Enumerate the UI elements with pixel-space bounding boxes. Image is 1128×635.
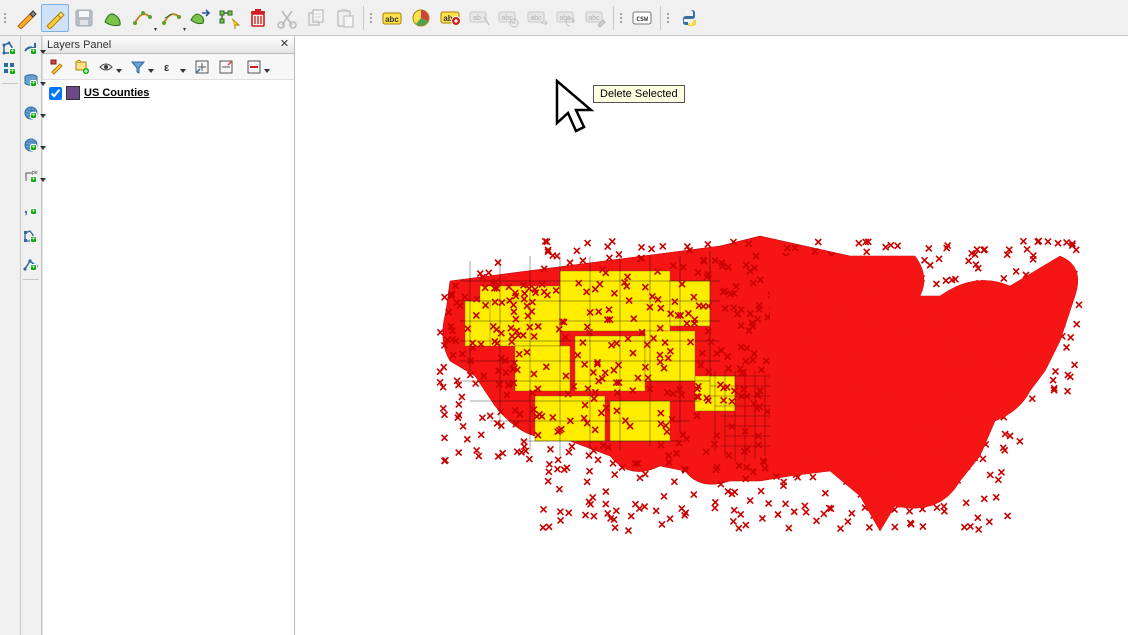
layers-tree[interactable]: US Counties <box>43 80 294 635</box>
toolbar-grip[interactable] <box>620 6 625 30</box>
current-edits-button[interactable] <box>12 4 40 32</box>
svg-text:abc: abc <box>385 15 399 24</box>
left-toolbars: po , <box>0 36 42 635</box>
tooltip-delete-selected: Delete Selected <box>593 85 685 103</box>
add-circular-string-button[interactable] <box>128 4 156 32</box>
save-layer-edits-button[interactable] <box>70 4 98 32</box>
paste-features-button[interactable] <box>331 4 359 32</box>
toolbar-grip[interactable] <box>667 6 672 30</box>
layer-row-us-counties[interactable]: US Counties <box>49 84 288 102</box>
move-label-button[interactable]: abc <box>523 4 551 32</box>
remove-layer-icon[interactable] <box>243 56 265 78</box>
filter-legend-icon[interactable] <box>127 56 149 78</box>
layer-visibility-checkbox[interactable] <box>49 87 62 100</box>
new-shapefile-icon[interactable] <box>1 40 19 58</box>
wcs-layer-icon[interactable] <box>22 136 40 154</box>
layer-labeling-button[interactable]: abc <box>378 4 406 32</box>
svg-text:abc: abc <box>501 15 513 22</box>
layers-panel-close-icon[interactable]: ✕ <box>277 38 292 52</box>
toolbar-grip[interactable] <box>4 6 9 30</box>
svg-text:abc: abc <box>530 15 542 22</box>
add-circular-string-radius-button[interactable] <box>157 4 185 32</box>
new-spatialite-icon[interactable] <box>1 60 19 78</box>
highlight-pinned-button[interactable]: ab <box>436 4 464 32</box>
cut-features-button[interactable] <box>273 4 301 32</box>
rotate-label-button[interactable]: abc <box>552 4 580 32</box>
node-tool-button[interactable] <box>215 4 243 32</box>
python-console-button[interactable] <box>675 4 703 32</box>
pin-unpin-labels-button[interactable]: ab <box>465 4 493 32</box>
left-toolbar-b: po , <box>21 36 42 635</box>
copy-features-button[interactable] <box>302 4 330 32</box>
delimited-text-icon[interactable]: , <box>22 200 40 218</box>
delete-selected-button[interactable] <box>244 4 272 32</box>
vector-layer-icon[interactable] <box>22 228 40 246</box>
db-layer-icon[interactable] <box>22 72 40 90</box>
map-canvas[interactable]: Delete Selected <box>295 36 1128 635</box>
collapse-all-icon[interactable] <box>215 56 237 78</box>
virtual-layer-icon[interactable]: po <box>22 168 40 186</box>
csw-button[interactable]: CSW <box>628 4 656 32</box>
expression-filter-icon[interactable]: ε <box>159 56 181 78</box>
add-feature-button[interactable] <box>99 4 127 32</box>
svg-text:,: , <box>24 201 28 216</box>
toggle-editing-button[interactable] <box>41 4 69 32</box>
show-hide-labels-button[interactable]: abc <box>494 4 522 32</box>
layers-panel-titlebar[interactable]: Layers Panel ✕ <box>43 36 294 54</box>
layers-panel-toolbar: ε <box>43 54 294 80</box>
open-style-dock-icon[interactable] <box>47 56 69 78</box>
tooltip-text: Delete Selected <box>600 88 678 100</box>
svg-text:abc: abc <box>588 15 600 22</box>
map-layer-us-counties <box>420 201 1100 561</box>
svg-text:ε: ε <box>164 62 170 74</box>
layer-diagram-button[interactable] <box>407 4 435 32</box>
toolbar-grip[interactable] <box>370 6 375 30</box>
vector-line-icon[interactable] <box>22 256 40 274</box>
top-toolbar: abc ab ab abc abc abc abc CSW <box>0 0 1128 36</box>
add-group-icon[interactable] <box>71 56 93 78</box>
layers-panel-title: Layers Panel <box>47 39 111 51</box>
expand-all-icon[interactable] <box>191 56 213 78</box>
svg-text:CSW: CSW <box>636 15 648 23</box>
layers-panel: Layers Panel ✕ ε <box>42 36 295 635</box>
new-geopackage-icon[interactable] <box>22 40 40 58</box>
layer-symbol-swatch <box>66 86 80 100</box>
left-toolbar-a <box>0 36 21 635</box>
change-label-button[interactable]: abc <box>581 4 609 32</box>
svg-text:ab: ab <box>473 15 481 22</box>
layer-name-label[interactable]: US Counties <box>84 87 149 99</box>
wms-layer-icon[interactable] <box>22 104 40 122</box>
move-feature-button[interactable] <box>186 4 214 32</box>
visibility-icon[interactable] <box>95 56 117 78</box>
